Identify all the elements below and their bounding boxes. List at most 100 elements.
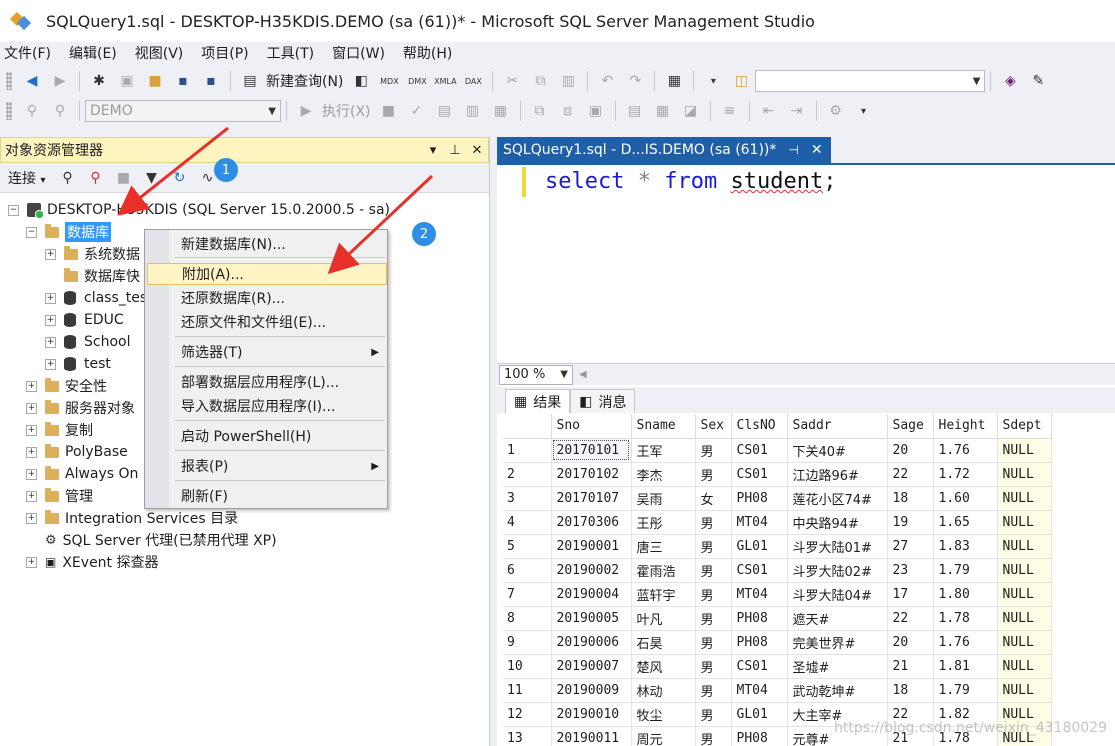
table-cell[interactable]: 1.80 [933, 582, 998, 607]
pin-icon[interactable]: ⊣ [788, 143, 798, 157]
tree-node-educ[interactable]: + EDUC [45, 309, 124, 331]
database-select[interactable]: DEMO ▼ [85, 100, 281, 122]
comment-icon[interactable]: ≡ [719, 100, 741, 122]
expand-icon[interactable]: + [45, 248, 56, 260]
results-grid[interactable]: Sno Sname Sex ClsNO Saddr Sage Height Sd… [503, 414, 1115, 746]
row-number-cell[interactable]: 1 [503, 438, 552, 463]
menu-item-import-dac[interactable]: 导入数据层应用程序(I)... [147, 395, 387, 417]
menu-tools[interactable]: 工具(T) [263, 43, 322, 63]
row-number-cell[interactable]: 3 [503, 486, 552, 511]
table-cell[interactable]: PH08 [731, 726, 788, 746]
filter-icon[interactable]: ▼ [140, 167, 162, 189]
new-item-icon[interactable]: ✱ [88, 70, 110, 92]
table-cell[interactable]: NULL [997, 558, 1052, 583]
table-cell[interactable]: MT04 [731, 510, 788, 535]
redo-icon[interactable]: ↷ [624, 70, 646, 92]
menu-item-refresh[interactable]: 刷新(F) [147, 485, 387, 507]
expand-icon[interactable]: + [26, 446, 37, 458]
table-cell[interactable]: 1.72 [933, 462, 998, 487]
estimated-plan-icon[interactable]: ▤ [434, 100, 456, 122]
table-cell[interactable]: 男 [695, 678, 732, 703]
undo-icon[interactable]: ↶ [596, 70, 618, 92]
table-cell[interactable]: 1.81 [933, 654, 998, 679]
table-cell[interactable]: 27 [887, 534, 934, 559]
table-cell[interactable]: 20190006 [551, 630, 632, 655]
tree-node-school[interactable]: + School [45, 331, 130, 353]
table-cell[interactable]: 中央路94# [787, 510, 888, 535]
query-db-icon[interactable]: ◧ [350, 70, 372, 92]
table-row[interactable]: 7 20190004 蓝轩宇男 MT04 斗罗大陆04# 17 1.80 NULL [503, 582, 1052, 607]
menu-file[interactable]: 文件(F) [0, 43, 59, 63]
table-cell[interactable]: 20170101 [551, 438, 632, 463]
table-cell[interactable]: 19 [887, 510, 934, 535]
table-cell[interactable]: 男 [695, 606, 732, 631]
table-cell[interactable]: NULL [997, 438, 1052, 463]
scroll-left-icon[interactable]: ◀ [579, 369, 587, 380]
table-cell[interactable]: 20170107 [551, 486, 632, 511]
tree-node-test[interactable]: + test [45, 353, 111, 375]
table-cell[interactable]: NULL [997, 582, 1052, 607]
expand-icon[interactable]: + [45, 292, 56, 304]
search-combo[interactable]: ▼ [755, 70, 986, 92]
table-cell[interactable]: 李杰 [631, 462, 696, 487]
table-cell[interactable]: 男 [695, 462, 732, 487]
expand-icon[interactable]: + [26, 490, 37, 502]
table-cell[interactable]: NULL [997, 678, 1052, 703]
column-header-clsno[interactable]: ClsNO [731, 414, 788, 439]
expand-icon[interactable]: + [26, 468, 37, 480]
table-cell[interactable]: 下关40# [787, 438, 888, 463]
table-cell[interactable]: 男 [695, 654, 732, 679]
stop-icon[interactable]: ■ [112, 167, 134, 189]
table-cell[interactable]: 20190001 [551, 534, 632, 559]
table-row[interactable]: 6 20190002 霍雨浩男 CS01 斗罗大陆02# 23 1.79 NULL [503, 558, 1052, 583]
menu-view[interactable]: 视图(V) [131, 43, 192, 63]
table-cell[interactable]: 林动 [631, 678, 696, 703]
table-cell[interactable]: 21 [887, 654, 934, 679]
expand-icon[interactable]: + [45, 336, 56, 348]
table-cell[interactable]: 斗罗大陆04# [787, 582, 888, 607]
table-cell[interactable]: 霍雨浩 [631, 558, 696, 583]
table-cell[interactable]: NULL [997, 606, 1052, 631]
tree-node-always-on[interactable]: + Always On [26, 463, 138, 485]
row-number-cell[interactable]: 2 [503, 462, 552, 487]
table-row[interactable]: 3 20170107 吴雨女 PH08 莲花小区74# 18 1.60 NULL [503, 486, 1052, 511]
expand-icon[interactable]: + [45, 358, 56, 370]
live-stats-icon[interactable]: ⧈ [557, 100, 579, 122]
table-cell[interactable]: 王彤 [631, 510, 696, 535]
table-cell[interactable]: NULL [997, 462, 1052, 487]
menu-item-deploy-dac[interactable]: 部署数据层应用程序(L)... [147, 371, 387, 393]
table-cell[interactable]: 蓝轩宇 [631, 582, 696, 607]
connect-plug-icon[interactable]: ⚲ [56, 167, 78, 189]
table-cell[interactable]: 22 [887, 462, 934, 487]
tree-node-server-objects[interactable]: + 服务器对象 [26, 397, 135, 419]
table-cell[interactable]: CS01 [731, 654, 788, 679]
collapse-icon[interactable]: − [26, 226, 37, 238]
table-cell[interactable]: 1.78 [933, 606, 998, 631]
tab-sqlquery1[interactable]: SQLQuery1.sql - D...IS.DEMO (sa (61))* ⊣… [497, 137, 831, 163]
table-cell[interactable]: 男 [695, 582, 732, 607]
table-row[interactable]: 2 20170102 李杰男 CS01 江边路96# 22 1.72 NULL [503, 462, 1052, 487]
row-number-cell[interactable]: 6 [503, 558, 552, 583]
sql-code-line[interactable]: select * from student; [545, 169, 836, 194]
table-cell[interactable]: 斗罗大陆02# [787, 558, 888, 583]
dax-query-icon[interactable]: DAX [462, 70, 484, 92]
menu-help[interactable]: 帮助(H) [399, 43, 460, 63]
menu-edit[interactable]: 编辑(E) [65, 43, 125, 63]
table-cell[interactable]: NULL [997, 534, 1052, 559]
increase-indent-icon[interactable]: ⇥ [786, 100, 808, 122]
table-row[interactable]: 4 20170306 王彤男 MT04 中央路94# 19 1.65 NULL [503, 510, 1052, 535]
pin-icon[interactable]: ⊥ [444, 143, 466, 158]
tree-node-snapshots[interactable]: 数据库快 [45, 265, 140, 287]
row-number-cell[interactable]: 13 [503, 726, 552, 746]
table-cell[interactable]: PH08 [731, 486, 788, 511]
table-cell[interactable]: 1.79 [933, 558, 998, 583]
back-icon[interactable]: ◀ [21, 70, 43, 92]
column-header-saddr[interactable]: Saddr [787, 414, 888, 439]
expand-icon[interactable]: + [26, 402, 37, 414]
table-cell[interactable]: 斗罗大陆01# [787, 534, 888, 559]
close-icon[interactable]: ✕ [466, 143, 488, 158]
table-cell[interactable]: 男 [695, 558, 732, 583]
table-cell[interactable]: GL01 [731, 534, 788, 559]
xmla-query-icon[interactable]: XMLA [434, 70, 457, 92]
table-cell[interactable]: 1.83 [933, 534, 998, 559]
